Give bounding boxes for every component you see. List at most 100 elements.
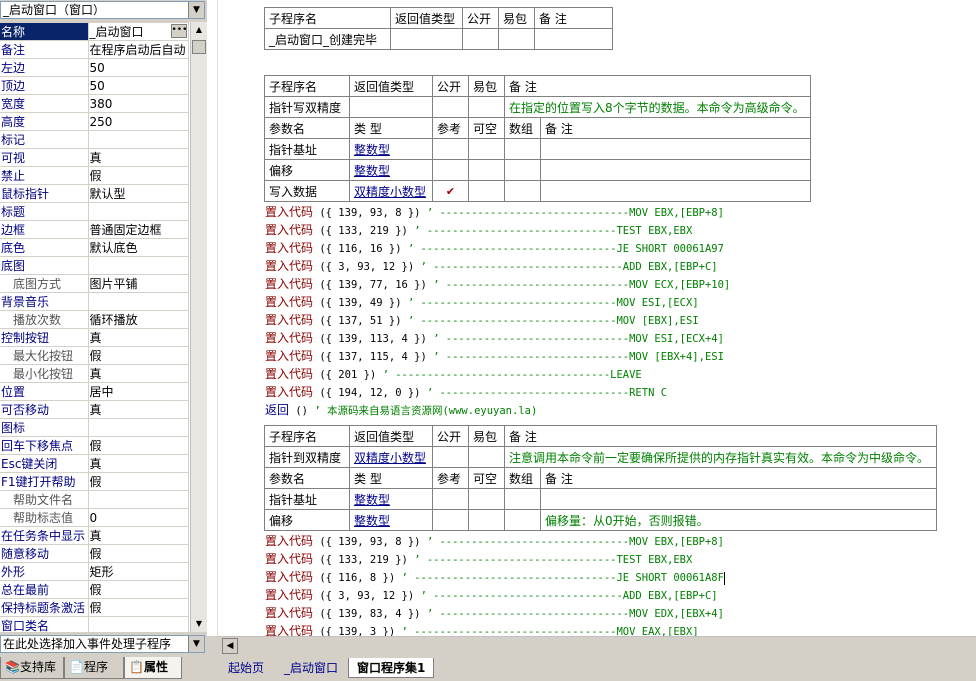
property-value[interactable]: 假 — [88, 472, 189, 491]
property-row[interactable]: 顶边 50 — [0, 76, 189, 95]
remark[interactable]: 注意调用本命令前一定要确保所提供的内存指针真实有效。本命令为中级命令。 — [504, 446, 937, 468]
property-row[interactable]: 总在最前假 — [0, 580, 189, 599]
param-type[interactable]: 整数型 — [349, 509, 433, 531]
property-value[interactable]: 在程序启动后自动 — [88, 40, 189, 59]
property-row[interactable]: 帮助标志值 0 — [0, 508, 189, 527]
package-flag[interactable] — [498, 28, 535, 50]
property-value[interactable]: 居中 — [88, 382, 189, 401]
property-value[interactable]: 假 — [88, 544, 189, 563]
property-value[interactable]: 真 — [88, 364, 189, 383]
tab-program[interactable]: 📄程序 — [64, 657, 124, 679]
param-nullable[interactable] — [468, 509, 505, 531]
property-row[interactable]: 鼠标指针 默认型 — [0, 184, 189, 203]
return-type[interactable] — [349, 96, 433, 118]
property-value[interactable] — [88, 256, 189, 275]
param-nullable[interactable] — [468, 488, 505, 510]
property-value[interactable]: 假 — [88, 436, 189, 455]
property-value[interactable]: 真 — [88, 148, 189, 167]
property-row[interactable]: F1键打开帮助假 — [0, 472, 189, 491]
property-row[interactable]: 图标 — [0, 418, 189, 437]
code-line[interactable]: 置入代码 ({ 116, 8 }) ’ --------------------… — [265, 568, 725, 586]
param-name[interactable]: 偏移 — [264, 159, 350, 181]
scroll-up-icon[interactable]: ▲ — [191, 22, 207, 38]
param-type[interactable]: 整数型 — [349, 488, 433, 510]
property-row[interactable]: 边框 普通固定边框 — [0, 220, 189, 239]
param-type[interactable]: 整数型 — [349, 138, 433, 160]
property-value[interactable]: 假 — [88, 346, 189, 365]
property-row[interactable]: 位置 居中 — [0, 382, 189, 401]
event-selector[interactable]: 在此处选择加入事件处理子程序 ▼ — [0, 635, 205, 653]
code-line[interactable]: 置入代码 ({ 139, 113, 4 }) ’ ---------------… — [265, 329, 724, 347]
property-row[interactable]: 名称 _启动窗口 ••• — [0, 22, 189, 41]
ellipsis-button[interactable]: ••• — [170, 24, 187, 38]
param-name[interactable]: 写入数据 — [264, 180, 350, 202]
code-line[interactable]: 置入代码 ({ 3, 93, 12 }) ’ -----------------… — [265, 257, 718, 275]
property-row[interactable]: 控制按钮真 — [0, 328, 189, 347]
param-ref[interactable] — [432, 159, 469, 181]
property-row[interactable]: 窗口类名 — [0, 616, 189, 632]
param-ref[interactable] — [432, 138, 469, 160]
public-flag[interactable] — [462, 28, 499, 50]
code-line[interactable]: 置入代码 ({ 194, 12, 0 }) ’ ----------------… — [265, 383, 667, 401]
tab-startup-window[interactable]: _启动窗口 — [276, 658, 346, 678]
package-flag[interactable] — [468, 446, 505, 468]
code-line[interactable]: 置入代码 ({ 139, 93, 8 }) ’ ----------------… — [265, 203, 724, 221]
param-array[interactable] — [504, 180, 541, 202]
subroutine-name[interactable]: _启动窗口_创建完毕 — [264, 28, 391, 50]
param-name[interactable]: 指针基址 — [264, 488, 350, 510]
object-selector[interactable]: _启动窗口（窗口） ▼ — [0, 1, 205, 19]
property-value[interactable]: 矩形 — [88, 562, 189, 581]
property-value[interactable]: 0 — [88, 508, 189, 527]
property-row[interactable]: 播放次数 循环播放 — [0, 310, 189, 329]
param-ref[interactable] — [432, 488, 469, 510]
property-row[interactable]: 保持标题条激活假 — [0, 598, 189, 617]
return-type[interactable] — [390, 28, 463, 50]
property-value[interactable]: 假 — [88, 166, 189, 185]
property-scrollbar[interactable]: ▲ ▼ — [190, 22, 207, 632]
property-value[interactable]: 假 — [88, 598, 189, 617]
code-line[interactable]: 置入代码 ({ 133, 219 }) ’ ------------------… — [265, 221, 692, 239]
checkmark-icon[interactable]: ✔ — [446, 185, 455, 198]
code-line[interactable]: 置入代码 ({ 116, 16 }) ’ -------------------… — [265, 239, 724, 257]
property-row[interactable]: 在任务条中显示真 — [0, 526, 189, 545]
package-flag[interactable] — [468, 96, 505, 118]
property-value[interactable]: 默认底色 — [88, 238, 189, 257]
property-value[interactable]: 真 — [88, 328, 189, 347]
scroll-left-icon[interactable]: ◀ — [222, 638, 238, 654]
property-value[interactable]: 默认型 — [88, 184, 189, 203]
property-row[interactable]: 外形 矩形 — [0, 562, 189, 581]
public-flag[interactable] — [432, 446, 469, 468]
property-row[interactable]: 随意移动假 — [0, 544, 189, 563]
property-value[interactable]: _启动窗口 ••• — [88, 22, 189, 41]
property-row[interactable]: 可否移动真 — [0, 400, 189, 419]
param-name[interactable]: 偏移 — [264, 509, 350, 531]
property-row[interactable]: 宽度 380 — [0, 94, 189, 113]
property-row[interactable]: 帮助文件名 — [0, 490, 189, 509]
code-line[interactable]: 置入代码 ({ 137, 51 }) ’ -------------------… — [265, 311, 699, 329]
property-row[interactable]: 最小化按钮真 — [0, 364, 189, 383]
param-remark[interactable] — [540, 159, 811, 181]
param-nullable[interactable] — [468, 159, 505, 181]
code-line[interactable]: 置入代码 ({ 139, 77, 16 }) ’ ---------------… — [265, 275, 730, 293]
code-line[interactable]: 置入代码 ({ 133, 219 }) ’ ------------------… — [265, 550, 692, 568]
return-type[interactable]: 双精度小数型 — [349, 446, 433, 468]
property-row[interactable]: 回车下移焦点假 — [0, 436, 189, 455]
scroll-thumb[interactable] — [192, 40, 206, 54]
property-value[interactable]: 50 — [88, 58, 189, 77]
code-line[interactable]: 置入代码 ({ 3, 93, 12 }) ’ -----------------… — [265, 586, 718, 604]
param-array[interactable] — [504, 509, 541, 531]
param-nullable[interactable] — [468, 180, 505, 202]
property-value[interactable]: 380 — [88, 94, 189, 113]
public-flag[interactable] — [432, 96, 469, 118]
param-remark[interactable] — [540, 180, 811, 202]
code-line[interactable]: 置入代码 ({ 139, 49 }) ’ -------------------… — [265, 293, 699, 311]
return-line[interactable]: 返回 () ’ 本源码来自易语言资源网(www.eyuyan.la) — [265, 401, 537, 419]
param-type[interactable]: 整数型 — [349, 159, 433, 181]
subroutine-name[interactable]: 指针到双精度 — [264, 446, 350, 468]
property-row[interactable]: 底色 默认底色 — [0, 238, 189, 257]
remark[interactable]: 在指定的位置写入8个字节的数据。本命令为高级命令。 — [504, 96, 811, 118]
property-value[interactable]: 50 — [88, 76, 189, 95]
editor-horizontal-scrollbar[interactable]: ◀ — [218, 636, 976, 654]
property-value[interactable]: 图片平铺 — [88, 274, 189, 293]
property-row[interactable]: 左边 50 — [0, 58, 189, 77]
